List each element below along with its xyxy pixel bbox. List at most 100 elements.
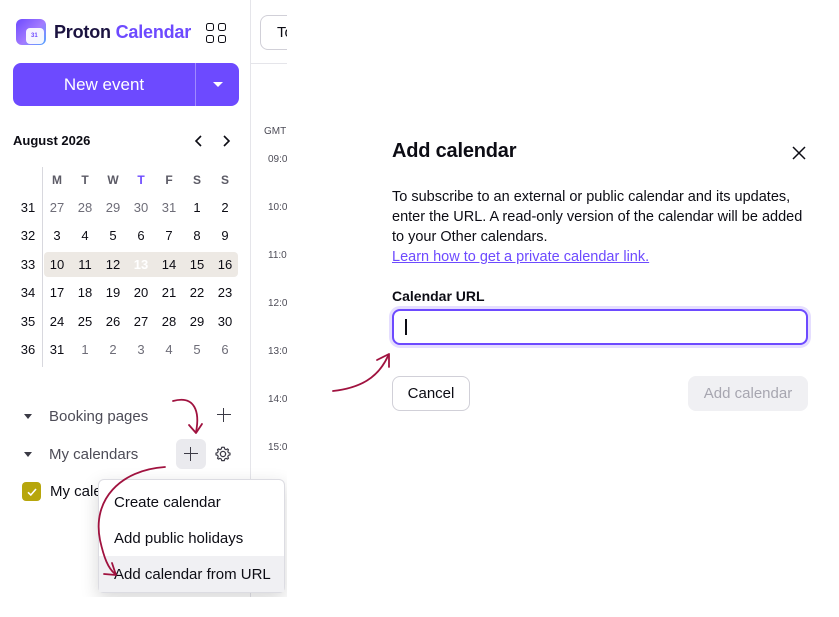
previous-month-button[interactable] xyxy=(188,130,210,152)
day-cell[interactable]: 24 xyxy=(43,314,71,329)
annotation-arrow-to-url-field xyxy=(332,355,389,392)
day-number: 16 xyxy=(217,256,233,272)
booking-pages-section[interactable]: Booking pages xyxy=(24,408,148,425)
day-cell[interactable]: 19 xyxy=(99,285,127,300)
add-calendar-submit-button[interactable]: Add calendar xyxy=(688,376,808,411)
week-number[interactable]: 34 xyxy=(13,285,43,300)
day-cell[interactable]: 10 xyxy=(43,257,71,272)
day-cell[interactable]: 2 xyxy=(99,342,127,357)
day-number: 28 xyxy=(77,199,93,215)
day-number: 24 xyxy=(49,313,65,329)
day-cell[interactable]: 6 xyxy=(211,342,239,357)
calendar-url-input[interactable] xyxy=(392,309,808,345)
day-cell[interactable]: 7 xyxy=(155,228,183,243)
day-cell[interactable]: 15 xyxy=(183,257,211,272)
week-number[interactable]: 33 xyxy=(13,257,43,272)
app-switcher-icon[interactable] xyxy=(206,23,226,43)
new-event-button-group: New event xyxy=(13,63,239,106)
add-calendar-button[interactable] xyxy=(176,439,206,469)
hour-label: 11:0 xyxy=(268,250,287,261)
day-cell[interactable]: 23 xyxy=(211,285,239,300)
close-dialog-button[interactable] xyxy=(790,144,808,162)
day-cell[interactable]: 14 xyxy=(155,257,183,272)
weekday-label: T xyxy=(137,173,145,187)
logo-word-proton: Proton xyxy=(54,21,111,42)
day-cell[interactable]: 3 xyxy=(127,342,155,357)
week-number[interactable]: 31 xyxy=(13,200,43,215)
day-cell[interactable]: 5 xyxy=(183,342,211,357)
day-cell[interactable]: 31 xyxy=(43,342,71,357)
day-number: 23 xyxy=(217,285,233,301)
add-public-holidays-option[interactable]: Add public holidays xyxy=(99,520,284,556)
day-cell[interactable]: 29 xyxy=(183,314,211,329)
text-cursor xyxy=(405,319,407,335)
day-cell[interactable]: 11 xyxy=(71,257,99,272)
day-number: 29 xyxy=(189,313,205,329)
day-cell[interactable]: 26 xyxy=(99,314,127,329)
today-day-cell[interactable]: 13 xyxy=(127,252,155,278)
booking-pages-label: Booking pages xyxy=(49,408,149,425)
weekday-label: S xyxy=(220,173,229,187)
day-number: 9 xyxy=(221,228,229,244)
day-cell[interactable]: 28 xyxy=(155,314,183,329)
week-number[interactable]: 35 xyxy=(13,314,43,329)
day-cell[interactable]: 4 xyxy=(71,228,99,243)
day-number: 2 xyxy=(221,199,229,215)
day-cell[interactable]: 2 xyxy=(211,200,239,215)
day-number: 8 xyxy=(193,228,201,244)
day-number: 19 xyxy=(105,285,121,301)
add-booking-page-button[interactable] xyxy=(209,400,239,430)
day-cell[interactable]: 1 xyxy=(183,200,211,215)
day-number: 26 xyxy=(105,313,121,329)
day-cell[interactable]: 12 xyxy=(99,257,127,272)
day-cell[interactable]: 9 xyxy=(211,228,239,243)
add-calendar-from-url-option[interactable]: Add calendar from URL xyxy=(99,556,284,592)
week-number[interactable]: 36 xyxy=(13,342,43,357)
day-cell[interactable]: 30 xyxy=(211,314,239,329)
new-event-button[interactable]: New event xyxy=(13,63,195,106)
day-number: 30 xyxy=(217,313,233,329)
create-calendar-option[interactable]: Create calendar xyxy=(99,484,284,520)
day-number: 6 xyxy=(137,228,145,244)
day-number: 2 xyxy=(109,342,117,358)
calendar-list-item[interactable]: My cale xyxy=(22,482,102,501)
day-number: 7 xyxy=(165,228,173,244)
day-cell[interactable]: 27 xyxy=(43,200,71,215)
annotation-arrowhead xyxy=(376,353,390,368)
day-cell[interactable]: 3 xyxy=(43,228,71,243)
day-cell[interactable]: 5 xyxy=(99,228,127,243)
proton-calendar-logo[interactable]: 31 Proton Calendar xyxy=(16,19,191,45)
mini-calendar-month: August 2026 xyxy=(13,133,91,148)
day-cell[interactable]: 25 xyxy=(71,314,99,329)
day-cell[interactable]: 18 xyxy=(71,285,99,300)
week-number[interactable]: 32 xyxy=(13,228,43,243)
day-cell[interactable]: 31 xyxy=(155,200,183,215)
next-month-button[interactable] xyxy=(215,130,237,152)
day-cell[interactable]: 20 xyxy=(127,285,155,300)
day-cell[interactable]: 6 xyxy=(127,228,155,243)
day-cell[interactable]: 4 xyxy=(155,342,183,357)
hour-label: 13:0 xyxy=(268,346,287,357)
day-cell[interactable]: 8 xyxy=(183,228,211,243)
day-cell[interactable]: 21 xyxy=(155,285,183,300)
day-cell[interactable]: 1 xyxy=(71,342,99,357)
calendar-visibility-checkbox[interactable] xyxy=(22,482,41,501)
day-cell[interactable]: 27 xyxy=(127,314,155,329)
weekday-label: S xyxy=(192,173,201,187)
chevron-right-icon xyxy=(223,135,231,147)
today-button[interactable]: To xyxy=(260,15,287,50)
day-cell[interactable]: 28 xyxy=(71,200,99,215)
my-calendars-section[interactable]: My calendars xyxy=(24,446,138,463)
day-cell[interactable]: 16 xyxy=(211,257,239,272)
calendar-settings-button[interactable] xyxy=(213,444,233,464)
close-icon xyxy=(792,146,806,160)
timezone-label: GMT xyxy=(264,126,287,137)
day-cell[interactable]: 22 xyxy=(183,285,211,300)
new-event-dropdown-button[interactable] xyxy=(195,63,239,106)
day-cell[interactable]: 30 xyxy=(127,200,155,215)
private-link-help-link[interactable]: Learn how to get a private calendar link… xyxy=(392,249,649,265)
day-cell[interactable]: 17 xyxy=(43,285,71,300)
day-cell[interactable]: 29 xyxy=(99,200,127,215)
cancel-button[interactable]: Cancel xyxy=(392,376,470,411)
day-number: 5 xyxy=(193,342,201,358)
